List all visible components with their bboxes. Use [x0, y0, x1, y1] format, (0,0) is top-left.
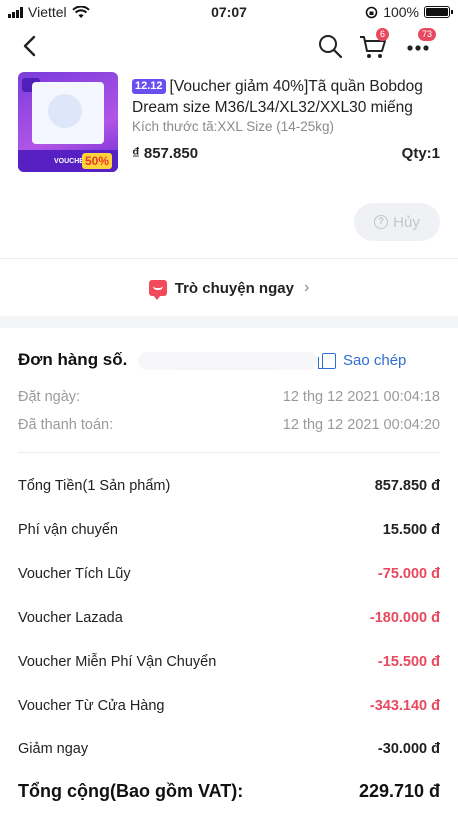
nav-bar: 6 73 — [0, 26, 458, 66]
back-arrow-icon[interactable] — [16, 32, 44, 60]
product-title[interactable]: 12.12 [Voucher giảm 40%]Tã quần Bobdog Dr… — [132, 76, 442, 118]
section-separator — [0, 316, 458, 328]
grand-total-value: 229.710 đ — [358, 781, 440, 801]
order-date-value: 12 thg 12 2021 00:04:18 — [282, 389, 440, 405]
cart-count-badge: 6 — [376, 28, 390, 41]
summary-row: Voucher Từ Cửa Hàng -343.140 đ — [18, 698, 440, 720]
summary-row: Voucher Lazada -180.000 đ — [18, 610, 440, 632]
summary-label: Voucher Miễn Phí Vận Chuyển — [18, 654, 217, 670]
search-icon[interactable] — [316, 32, 344, 60]
product-title-text: [Voucher giảm 40%]Tã quần Bobdog Dream s… — [132, 78, 423, 116]
copy-order-button[interactable]: Sao chép — [318, 352, 407, 369]
chat-now-button[interactable]: Trò chuyện ngay › — [0, 272, 458, 304]
summary-value: -343.140 đ — [369, 698, 440, 714]
summary-row: Giảm ngay -30.000 đ — [18, 741, 440, 763]
summary-row: Voucher Tích Lũy -75.000 đ — [18, 566, 440, 588]
divider — [0, 258, 458, 259]
summary-label: Voucher Tích Lũy — [18, 566, 131, 582]
paid-date-value: 12 thg 12 2021 00:04:20 — [282, 417, 440, 433]
summary-value: -180.000 đ — [369, 610, 440, 626]
summary-label: Voucher Lazada — [18, 610, 123, 626]
status-bar: Viettel 07:07 100% — [0, 0, 458, 26]
cancel-button[interactable]: ? Hủy — [354, 203, 440, 241]
chat-now-label: Trò chuyện ngay — [174, 279, 294, 297]
chevron-right-icon: › — [303, 279, 310, 296]
product-variant: Kích thước tã:XXL Size (14-25kg) — [132, 119, 334, 134]
divider — [18, 452, 440, 453]
grand-total-label: Tổng cộng(Bao gồm VAT): — [18, 781, 244, 801]
summary-label: Giảm ngay — [18, 741, 89, 757]
summary-label: Phí vận chuyển — [18, 522, 118, 538]
order-date-label: Đặt ngày: — [18, 389, 81, 405]
summary-row: Phí vận chuyển 15.500 đ — [18, 522, 440, 544]
copy-label: Sao chép — [343, 352, 407, 369]
battery-icon — [424, 6, 453, 18]
summary-value: -30.000 đ — [377, 741, 440, 757]
summary-value: -15.500 đ — [377, 654, 440, 670]
battery-percent: 100% — [383, 4, 419, 20]
summary-value: 15.500 đ — [382, 522, 440, 538]
product-price: ₫ 857.850 — [132, 145, 199, 162]
question-icon: ? — [374, 215, 389, 229]
summary-row: Tổng Tiền(1 Sản phẩm) 857.850 đ — [18, 478, 440, 500]
notification-badge: 73 — [418, 28, 437, 41]
chat-bubble-icon — [148, 280, 167, 300]
order-number-heading: Đơn hàng số. — [18, 350, 128, 369]
more-button[interactable]: 73 — [404, 28, 437, 60]
cancel-label: Hủy — [393, 213, 420, 231]
summary-label: Voucher Từ Cửa Hàng — [18, 698, 165, 714]
order-number-redacted — [138, 352, 318, 370]
paid-date-label: Đã thanh toán: — [18, 417, 114, 433]
summary-label: Tổng Tiền(1 Sản phẩm) — [18, 478, 171, 494]
promo-1212-tag: 12.12 — [132, 79, 166, 94]
summary-value: -75.000 đ — [377, 566, 440, 582]
summary-value: 857.850 đ — [374, 478, 440, 494]
status-right: 100% — [365, 4, 453, 20]
product-thumbnail[interactable]: VOUCHER 50% — [18, 72, 118, 172]
cart-button[interactable]: 6 — [358, 28, 390, 60]
summary-row: Voucher Miễn Phí Vận Chuyển -15.500 đ — [18, 654, 440, 676]
product-quantity: Qty:1 — [401, 145, 440, 162]
thumb-voucher-percent: 50% — [81, 153, 112, 169]
rotation-lock-icon — [365, 6, 378, 18]
baby-image — [48, 94, 82, 128]
copy-icon — [318, 352, 336, 369]
